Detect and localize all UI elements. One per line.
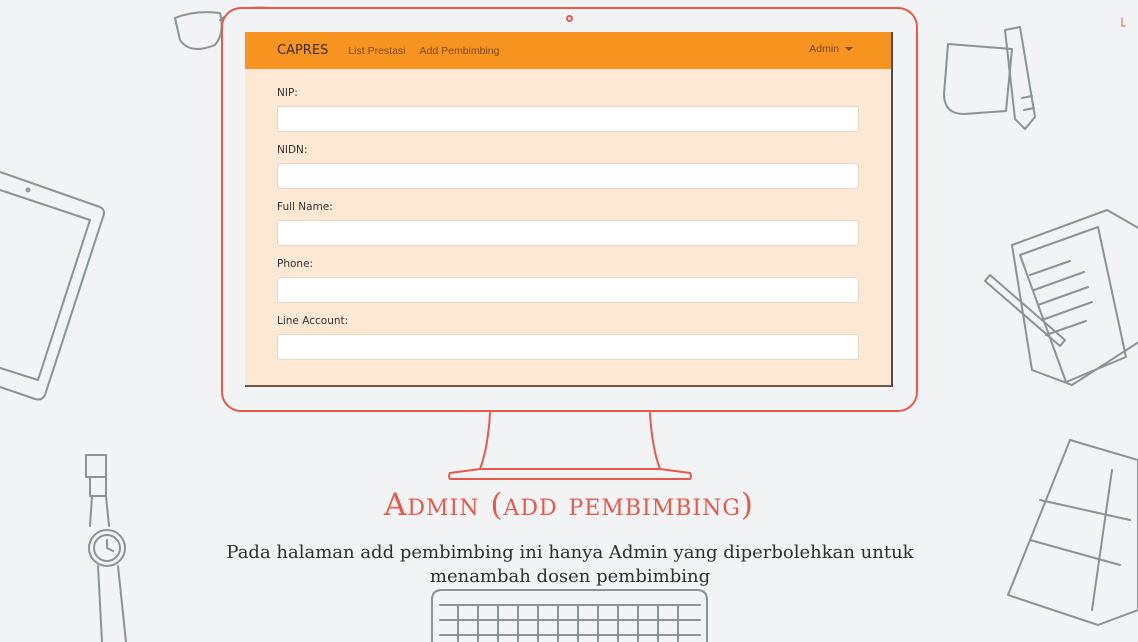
navbar: CAPRES List Prestasi Add Pembimbing Admi… [245, 32, 891, 69]
nidn-input[interactable] [277, 163, 859, 189]
add-pembimbing-form: NIP: NIDN: Full Name: Phone: Line Accoun… [245, 69, 891, 360]
line-account-input[interactable] [277, 334, 859, 360]
field-label: NIP: [277, 87, 298, 99]
admin-dropdown-label: Admin [809, 43, 839, 55]
field-label: NIDN: [277, 144, 308, 156]
field-nidn: NIDN: [277, 144, 859, 189]
phone-input[interactable] [277, 277, 859, 303]
watch-doodle [85, 454, 127, 642]
field-line-account: Line Account: [277, 315, 859, 360]
sticky-note-doodle [943, 26, 1036, 130]
field-label: Phone: [277, 258, 314, 270]
tablet-doodle [0, 171, 105, 401]
slide-title: Admin (add pembimbing) [383, 487, 754, 523]
admin-dropdown[interactable]: Admin [809, 43, 853, 55]
nav-link-list-prestasi[interactable]: List Prestasi [348, 45, 405, 57]
keyboard-doodle [431, 589, 708, 642]
field-full-name: Full Name: [277, 201, 859, 246]
caret-down-icon [845, 47, 853, 51]
slide-description: Pada halaman add pembimbing ini hanya Ad… [226, 542, 914, 587]
brand-link[interactable]: CAPRES [277, 43, 328, 58]
monitor-stand [448, 412, 692, 480]
field-nip: NIP: [277, 87, 859, 132]
nip-input[interactable] [277, 106, 859, 132]
field-label: Line Account: [277, 315, 349, 327]
field-label: Full Name: [277, 201, 333, 213]
app-screen: CAPRES List Prestasi Add Pembimbing Admi… [245, 32, 893, 387]
field-phone: Phone: [277, 258, 859, 303]
book-doodle [1007, 439, 1138, 626]
monitor-camera [566, 15, 573, 22]
nav-link-add-pembimbing[interactable]: Add Pembimbing [420, 45, 500, 57]
full-name-input[interactable] [277, 220, 859, 246]
notebook-doodle [984, 209, 1138, 386]
